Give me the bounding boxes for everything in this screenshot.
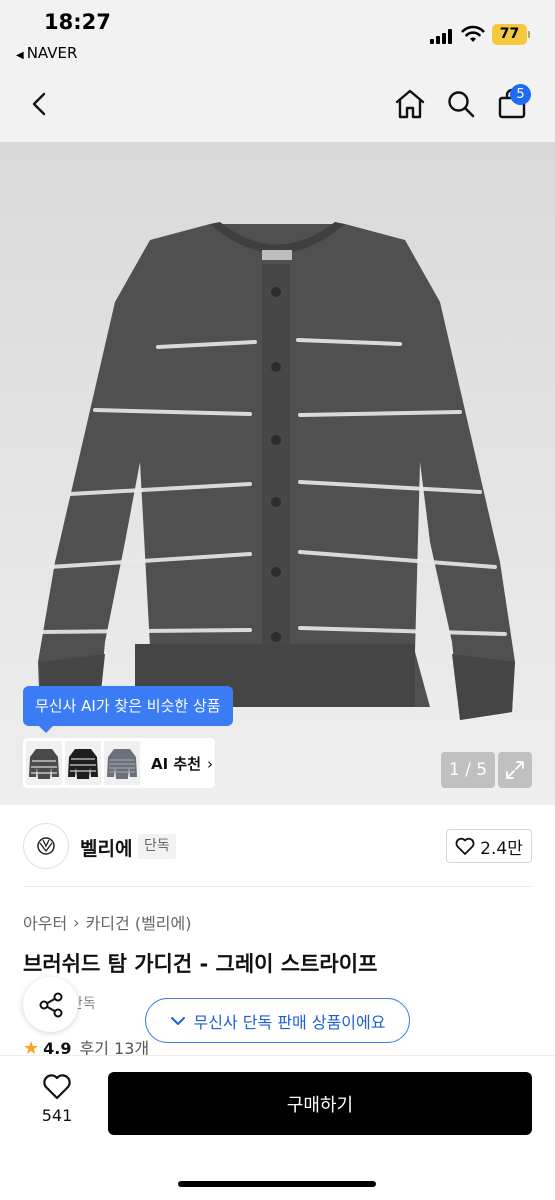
home-button[interactable] — [390, 84, 430, 124]
review-count: 후기 13개 — [79, 1039, 150, 1056]
breadcrumb-outer[interactable]: 아우터 — [23, 910, 67, 934]
back-app-label: NAVER — [26, 44, 78, 62]
ai-recommend-link[interactable]: AI 추천 › — [151, 753, 213, 774]
brand-name[interactable]: 벨리에 — [80, 834, 132, 861]
heart-icon — [43, 1074, 71, 1100]
brand-like-button[interactable]: 2.4만 — [446, 829, 532, 863]
chevron-right-icon: › — [73, 912, 80, 932]
chevron-left-icon — [32, 92, 46, 116]
battery-cap — [528, 31, 530, 38]
ai-recommend-strip[interactable]: AI 추천 › — [23, 738, 215, 788]
similar-thumb-3[interactable] — [104, 741, 140, 785]
back-triangle-icon: ◀ — [16, 50, 24, 61]
breadcrumb: 아우터 › 카디건 (벨리에) — [23, 910, 191, 934]
search-icon — [448, 91, 475, 118]
status-bar: 18:27 ◀ NAVER 77 — [0, 0, 555, 70]
share-icon — [39, 992, 62, 1017]
brand-emblem-icon — [37, 837, 55, 855]
wishlist-button[interactable]: 541 — [32, 1073, 82, 1125]
ai-similar-tooltip[interactable]: 무신사 AI가 찾은 비슷한 상품 — [23, 686, 233, 733]
ai-recommend-label: AI 추천 — [151, 754, 202, 773]
heart-icon — [455, 837, 475, 855]
star-icon: ★ — [23, 1038, 40, 1056]
similar-thumb-1[interactable] — [26, 741, 62, 785]
top-nav-bar — [0, 70, 555, 142]
section-divider — [23, 886, 532, 887]
sweater-thumbnail-icon — [68, 749, 98, 779]
exclusive-notice-text: 무신사 단독 판매 상품이에요 — [193, 1012, 386, 1032]
cellular-signal-icon — [430, 28, 456, 44]
rating-score: 4.9 — [43, 1039, 72, 1056]
expand-image-button[interactable] — [498, 752, 532, 788]
home-icon — [395, 89, 425, 119]
brand-logo[interactable] — [23, 823, 69, 869]
cart-count-badge: 5 — [510, 84, 531, 105]
exclusive-badge: 단독 — [138, 834, 176, 859]
share-button[interactable] — [23, 977, 78, 1032]
back-button[interactable] — [20, 84, 60, 124]
battery-indicator: 77 — [492, 24, 527, 45]
chevron-down-icon — [170, 1016, 185, 1025]
rating-row[interactable]: ★ 4.9 후기 13개 — [23, 1038, 149, 1056]
wifi-icon — [461, 25, 485, 42]
search-button[interactable] — [441, 84, 481, 124]
sweater-thumbnail-icon — [29, 749, 59, 779]
image-page-counter: 1 / 5 — [441, 752, 495, 788]
buy-button[interactable]: 구매하기 — [108, 1072, 532, 1135]
exclusive-notice-pill[interactable]: 무신사 단독 판매 상품이에요 — [145, 998, 410, 1043]
similar-thumb-2[interactable] — [65, 741, 101, 785]
sweater-thumbnail-icon — [107, 749, 137, 779]
home-indicator — [178, 1181, 376, 1187]
wishlist-count: 541 — [41, 1106, 73, 1125]
product-title: 브러쉬드 탐 가디건 - 그레이 스트라이프 — [23, 952, 378, 976]
back-to-app-link[interactable]: ◀ NAVER — [16, 44, 77, 62]
breadcrumb-cardigan[interactable]: 카디건 (벨리에) — [86, 910, 192, 934]
brand-like-count: 2.4만 — [480, 838, 523, 859]
chevron-right-icon: › — [207, 754, 214, 773]
status-time: 18:27 — [44, 10, 111, 34]
expand-icon — [506, 761, 524, 779]
